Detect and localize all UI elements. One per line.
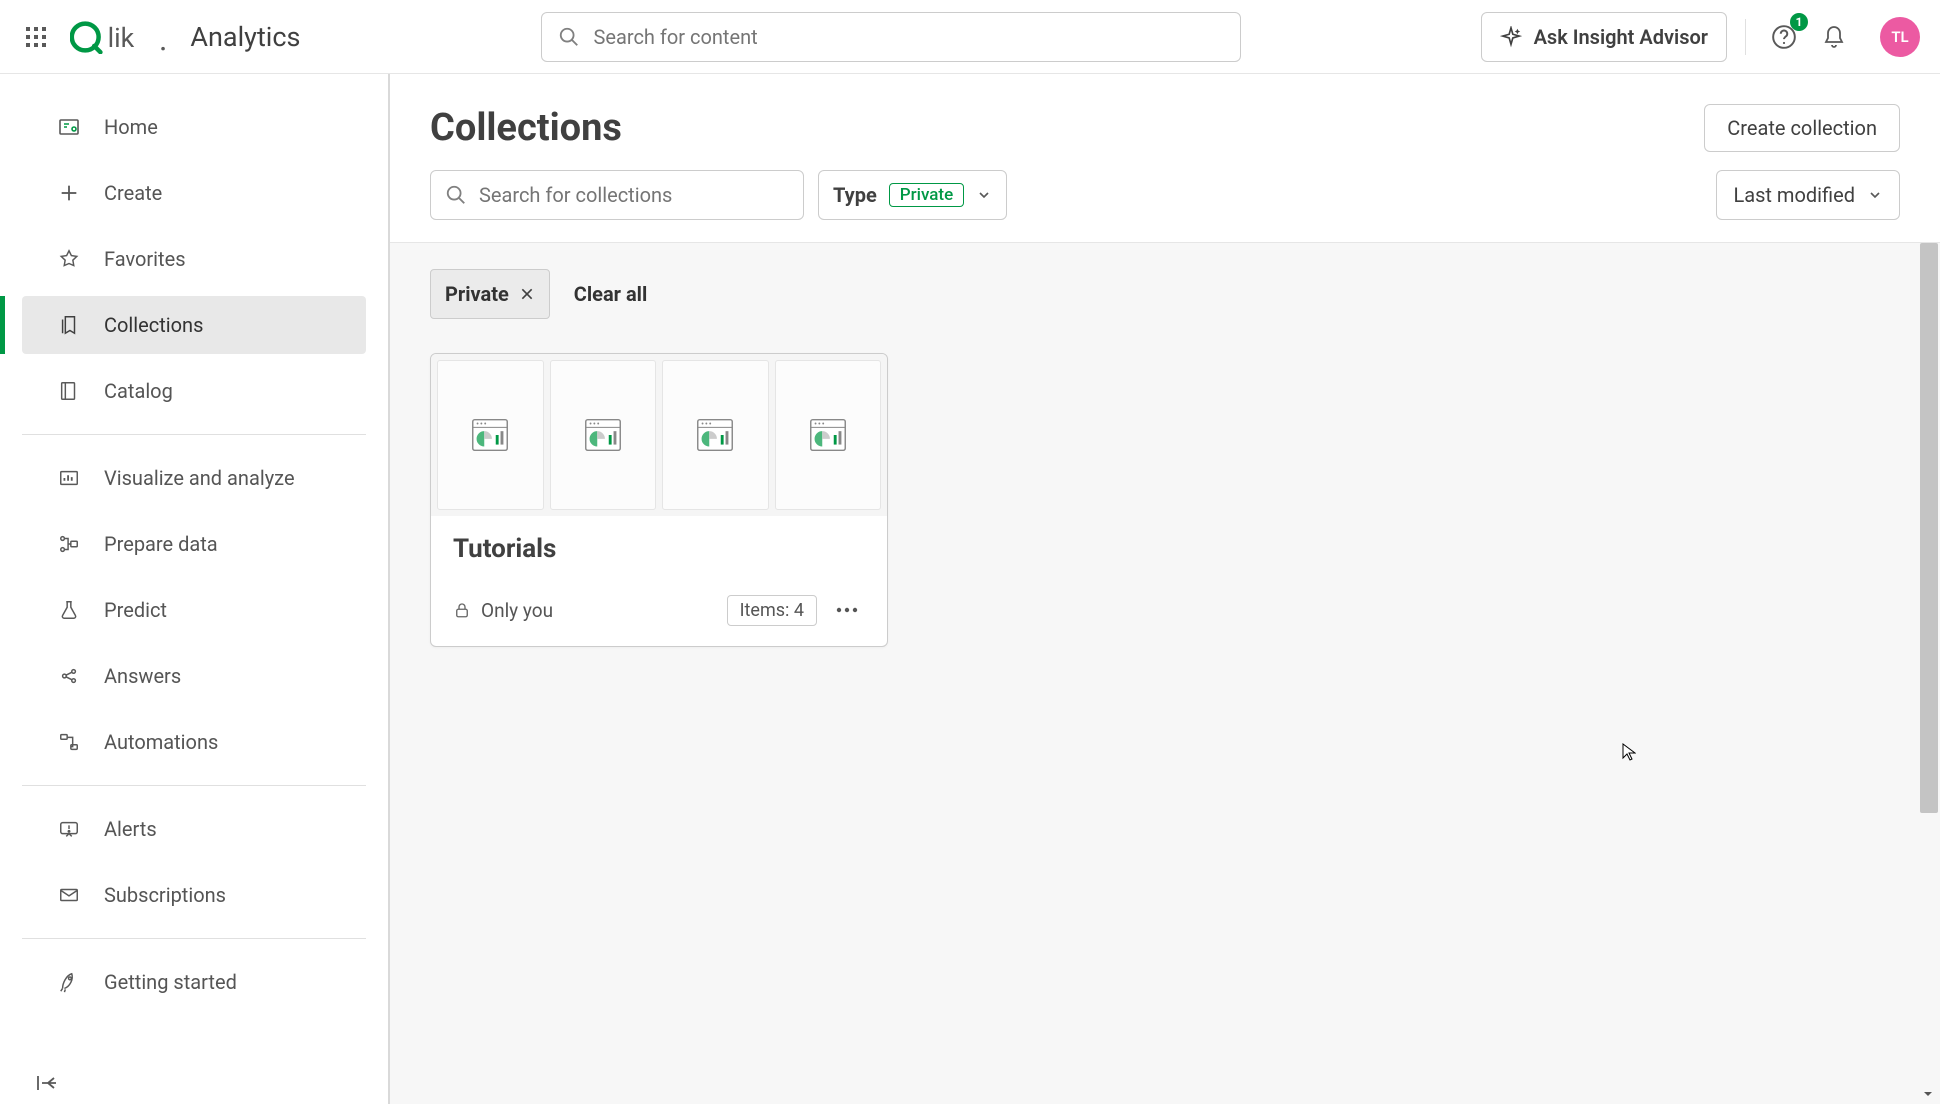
notifications-button[interactable] [1814,17,1854,57]
app-thumbnail [550,360,657,510]
sidebar-item-predict[interactable]: Predict [22,581,366,639]
sidebar-item-label: Answers [104,664,181,688]
app-thumbnail [662,360,769,510]
create-collection-button[interactable]: Create collection [1704,104,1900,152]
help-button[interactable]: 1 [1764,17,1804,57]
sidebar-item-prepare-data[interactable]: Prepare data [22,515,366,573]
cursor-icon [1622,743,1636,761]
global-search-input[interactable] [594,25,1224,49]
filter-chip-private[interactable]: Private [430,269,550,319]
sidebar-item-label: Collections [104,313,203,337]
sidebar-separator [22,785,366,786]
flask-icon [56,597,82,623]
bell-icon [1822,25,1846,49]
ask-insight-advisor-button[interactable]: Ask Insight Advisor [1481,12,1727,62]
sidebar-item-label: Automations [104,730,218,754]
catalog-icon [56,378,82,404]
bookmark-icon [56,312,82,338]
sidebar-item-label: Subscriptions [104,883,226,907]
sidebar-item-answers[interactable]: Answers [22,647,366,705]
scrollbar[interactable] [1920,243,1938,813]
app-title: Analytics [190,21,300,53]
qlik-logo[interactable]: lik [70,20,168,54]
sidebar-item-catalog[interactable]: Catalog [22,362,366,420]
items-count: Items: 4 [727,595,817,626]
sidebar-item-getting-started[interactable]: Getting started [22,953,366,1011]
sidebar-item-collections[interactable]: Collections [22,296,366,354]
type-filter-value: Private [889,183,964,207]
sidebar-item-label: Create [104,181,162,205]
collections-search-input[interactable] [479,183,789,207]
sidebar-separator [22,434,366,435]
help-badge: 1 [1790,13,1808,31]
sidebar-separator [22,938,366,939]
app-thumbnail [437,360,544,510]
collection-visibility: Only you [453,599,553,622]
sidebar-item-subscriptions[interactable]: Subscriptions [22,866,366,924]
sort-label: Last modified [1733,183,1855,207]
sidebar-item-label: Prepare data [104,532,218,556]
collection-more-button[interactable] [829,592,865,628]
collections-search[interactable] [430,170,804,220]
page-title: Collections [430,106,622,150]
sidebar-item-label: Getting started [104,970,237,994]
sidebar-item-visualize[interactable]: Visualize and analyze [22,449,366,507]
visibility-label: Only you [481,599,553,622]
search-icon [445,184,467,206]
automation-icon [56,729,82,755]
answers-icon [56,663,82,689]
collapse-icon [36,1074,62,1092]
chevron-down-icon [976,187,992,203]
plus-icon [56,180,82,206]
main-content: Collections Create collection Type Priva… [390,74,1940,1104]
type-filter-dropdown[interactable]: Type Private [818,170,1007,220]
sidebar: Home Create Favorites Collections Catalo… [0,74,390,1104]
app-launcher-icon[interactable] [20,21,52,53]
app-header: lik Analytics Ask Insight Advisor 1 TL [0,0,1940,74]
filter-chip-label: Private [445,282,509,306]
sidebar-item-create[interactable]: Create [22,164,366,222]
svg-text:lik: lik [108,21,135,53]
collapse-sidebar-button[interactable] [36,1074,62,1096]
sidebar-item-home[interactable]: Home [22,98,366,156]
sidebar-item-label: Favorites [104,247,186,271]
sidebar-item-alerts[interactable]: Alerts [22,800,366,858]
sidebar-item-label: Alerts [104,817,157,841]
sidebar-item-automations[interactable]: Automations [22,713,366,771]
sidebar-item-label: Home [104,115,158,139]
sidebar-item-label: Predict [104,598,167,622]
type-filter-label: Type [833,183,877,207]
home-icon [56,114,82,140]
user-avatar[interactable]: TL [1880,17,1920,57]
star-icon [56,246,82,272]
alert-icon [56,816,82,842]
global-search[interactable] [541,12,1241,62]
divider [1745,19,1746,55]
ask-insight-advisor-label: Ask Insight Advisor [1534,25,1708,49]
chart-icon [56,465,82,491]
sort-dropdown[interactable]: Last modified [1716,170,1900,220]
app-thumbnail [775,360,882,510]
collection-card[interactable]: Tutorials Only you Items: 4 [430,353,888,647]
search-icon [558,26,580,48]
clear-all-filters[interactable]: Clear all [574,282,647,306]
sidebar-item-label: Visualize and analyze [104,466,295,490]
rocket-icon [56,969,82,995]
lock-icon [453,601,471,619]
more-icon [836,607,858,613]
collection-title: Tutorials [453,534,865,564]
chevron-down-icon [1867,187,1883,203]
chevron-down-icon[interactable] [1920,1088,1936,1100]
data-flow-icon [56,531,82,557]
collection-thumbnails [431,354,887,516]
sidebar-item-favorites[interactable]: Favorites [22,230,366,288]
sparkle-icon [1500,26,1522,48]
mail-icon [56,882,82,908]
close-icon[interactable] [519,286,535,302]
collections-grid: Private Clear all [390,242,1940,1104]
sidebar-item-label: Catalog [104,379,173,403]
